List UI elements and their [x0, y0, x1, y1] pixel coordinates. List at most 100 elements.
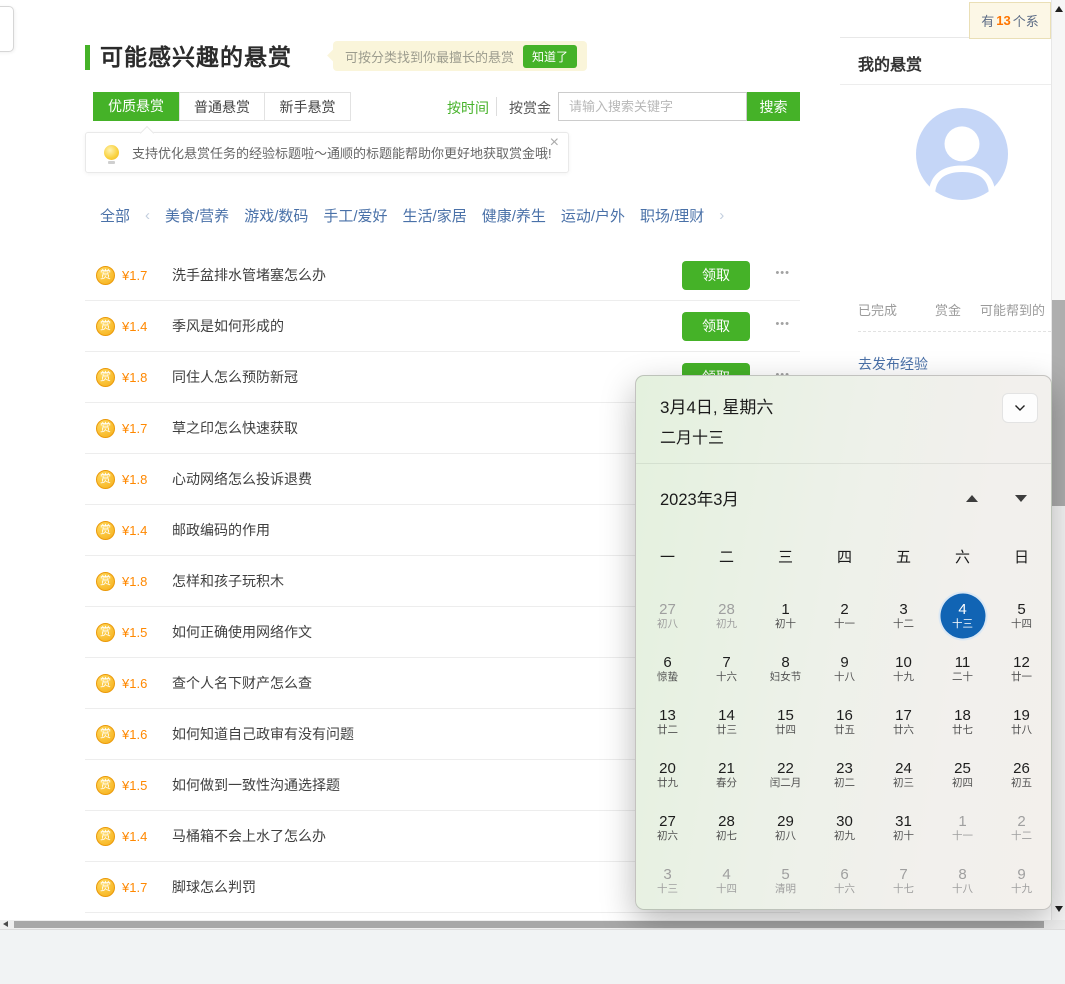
- bounty-title-link[interactable]: 如何正确使用网络作文: [172, 622, 312, 642]
- publish-experience-link[interactable]: 去发布经验: [858, 354, 928, 374]
- calendar-day-cell[interactable]: 25初四: [933, 748, 992, 801]
- calendar-day-cell[interactable]: 9十八: [815, 642, 874, 695]
- calendar-day-cell[interactable]: 6惊蛰: [638, 642, 697, 695]
- scrollbar-left-icon[interactable]: [3, 921, 8, 927]
- calendar-day-cell[interactable]: 22闰二月: [756, 748, 815, 801]
- calendar-day-cell[interactable]: 23初二: [815, 748, 874, 801]
- category-link[interactable]: 生活/家居: [403, 205, 467, 226]
- bounty-title-link[interactable]: 查个人名下财产怎么查: [172, 673, 312, 693]
- vertical-scrollbar[interactable]: [1051, 0, 1065, 920]
- calendar-day-cell[interactable]: 6十六: [815, 854, 874, 907]
- calendar-day-cell[interactable]: 29初八: [756, 801, 815, 854]
- category-next-icon[interactable]: ›: [719, 207, 724, 224]
- bounty-title-link[interactable]: 脚球怎么判罚: [172, 877, 256, 897]
- calendar-day-cell[interactable]: 5清明: [756, 854, 815, 907]
- calendar-day-cell[interactable]: 31初十: [874, 801, 933, 854]
- more-button[interactable]: •••: [775, 267, 790, 279]
- horizontal-scrollbar[interactable]: [0, 920, 1051, 929]
- sidebar-tab[interactable]: 已完成: [858, 303, 897, 318]
- claim-button[interactable]: 领取: [682, 312, 750, 341]
- calendar-day-cell[interactable]: 10十九: [874, 642, 933, 695]
- calendar-day-cell[interactable]: 1十一: [933, 801, 992, 854]
- bounty-title-link[interactable]: 马桶箱不会上水了怎么办: [172, 826, 326, 846]
- calendar-day-cell[interactable]: 14廿三: [697, 695, 756, 748]
- search-input[interactable]: [558, 92, 747, 121]
- calendar-day-cell[interactable]: 5十四: [992, 589, 1051, 642]
- calendar-day-cell[interactable]: 2十二: [992, 801, 1051, 854]
- bounty-title-link[interactable]: 同住人怎么预防新冠: [172, 367, 298, 387]
- category-link[interactable]: 美食/营养: [165, 205, 229, 226]
- bounty-title-link[interactable]: 怎样和孩子玩积木: [172, 571, 284, 591]
- tab-quality-bounty[interactable]: 优质悬赏: [93, 92, 179, 121]
- calendar-day-cell[interactable]: 16廿五: [815, 695, 874, 748]
- bounty-title-link[interactable]: 如何做到一致性沟通选择题: [172, 775, 340, 795]
- sort-by-reward[interactable]: 按赏金: [509, 98, 551, 118]
- bounty-title-link[interactable]: 洗手盆排水管堵塞怎么办: [172, 265, 326, 285]
- calendar-day-cell[interactable]: 18廿七: [933, 695, 992, 748]
- vertical-scrollbar-thumb[interactable]: [1052, 300, 1065, 506]
- calendar-prev-month-icon[interactable]: [966, 495, 978, 502]
- tab-normal-bounty[interactable]: 普通悬赏: [179, 92, 265, 121]
- bounty-title-link[interactable]: 季风是如何形成的: [172, 316, 284, 336]
- calendar-day-cell[interactable]: 27初六: [638, 801, 697, 854]
- calendar-day-cell[interactable]: 1初十: [756, 589, 815, 642]
- calendar-day-cell[interactable]: 26初五: [992, 748, 1051, 801]
- calendar-collapse-button[interactable]: [1002, 393, 1038, 423]
- tooltip-confirm-button[interactable]: 知道了: [523, 45, 577, 68]
- calendar-day-cell[interactable]: 30初九: [815, 801, 874, 854]
- calendar-day-lunar: 惊蛰: [657, 671, 678, 684]
- claim-button[interactable]: 领取: [682, 261, 750, 290]
- calendar-month-label[interactable]: 2023年3月: [660, 486, 739, 510]
- calendar-day-cell[interactable]: 9十九: [992, 854, 1051, 907]
- calendar-day-cell[interactable]: 20廿九: [638, 748, 697, 801]
- bounty-title-link[interactable]: 如何知道自己政审有没有问题: [172, 724, 354, 744]
- more-button[interactable]: •••: [775, 318, 790, 330]
- notice-close-icon[interactable]: ×: [550, 135, 559, 151]
- calendar-day-cell[interactable]: 2十一: [815, 589, 874, 642]
- calendar-day-cell[interactable]: 4十三: [933, 589, 992, 642]
- calendar-day-cell[interactable]: 11二十: [933, 642, 992, 695]
- calendar-day-cell[interactable]: 24初三: [874, 748, 933, 801]
- tab-newbie-bounty[interactable]: 新手悬赏: [265, 92, 351, 121]
- calendar-day-number: 22: [777, 760, 794, 777]
- sort-by-time[interactable]: 按时间: [447, 98, 489, 118]
- category-link[interactable]: 职场/理财: [640, 205, 704, 226]
- calendar-day-lunar: 廿九: [657, 777, 678, 790]
- category-all[interactable]: 全部: [100, 205, 130, 226]
- calendar-day-cell[interactable]: 28初七: [697, 801, 756, 854]
- calendar-day-cell[interactable]: 12廿一: [992, 642, 1051, 695]
- calendar-day-cell[interactable]: 17廿六: [874, 695, 933, 748]
- calendar-day-cell[interactable]: 8十八: [933, 854, 992, 907]
- bounty-title-link[interactable]: 草之印怎么快速获取: [172, 418, 298, 438]
- scrollbar-down-icon[interactable]: [1055, 906, 1063, 912]
- category-link[interactable]: 手工/爱好: [323, 205, 387, 226]
- calendar-day-cell[interactable]: 13廿二: [638, 695, 697, 748]
- calendar-day-cell[interactable]: 7十六: [697, 642, 756, 695]
- calendar-day-cell[interactable]: 3十二: [874, 589, 933, 642]
- search-button[interactable]: 搜索: [747, 92, 800, 121]
- sidebar-tab[interactable]: 赏金: [935, 303, 961, 318]
- category-link[interactable]: 运动/户外: [561, 205, 625, 226]
- category-link[interactable]: 游戏/数码: [244, 205, 308, 226]
- category-prev-icon[interactable]: ‹: [145, 207, 150, 224]
- calendar-day-cell[interactable]: 15廿四: [756, 695, 815, 748]
- calendar-day-cell[interactable]: 4十四: [697, 854, 756, 907]
- bounty-title-link[interactable]: 心动网络怎么投诉退费: [172, 469, 312, 489]
- bounty-price: ¥1.6: [122, 676, 166, 691]
- calendar-day-number: 23: [836, 760, 853, 777]
- system-notification-badge[interactable]: 有 13 个系: [969, 2, 1051, 39]
- calendar-day-cell[interactable]: 7十七: [874, 854, 933, 907]
- calendar-day-cell[interactable]: 8妇女节: [756, 642, 815, 695]
- bounty-price: ¥1.4: [122, 523, 166, 538]
- bounty-title-link[interactable]: 邮政编码的作用: [172, 520, 270, 540]
- calendar-day-cell[interactable]: 27初八: [638, 589, 697, 642]
- sidebar-tab[interactable]: 可能帮到的: [980, 303, 1045, 318]
- horizontal-scrollbar-thumb[interactable]: [14, 921, 1044, 928]
- calendar-day-cell[interactable]: 19廿八: [992, 695, 1051, 748]
- category-link[interactable]: 健康/养生: [482, 205, 546, 226]
- calendar-day-cell[interactable]: 3十三: [638, 854, 697, 907]
- calendar-day-cell[interactable]: 21春分: [697, 748, 756, 801]
- calendar-day-cell[interactable]: 28初九: [697, 589, 756, 642]
- scrollbar-up-icon[interactable]: [1055, 6, 1063, 12]
- calendar-next-month-icon[interactable]: [1015, 495, 1027, 502]
